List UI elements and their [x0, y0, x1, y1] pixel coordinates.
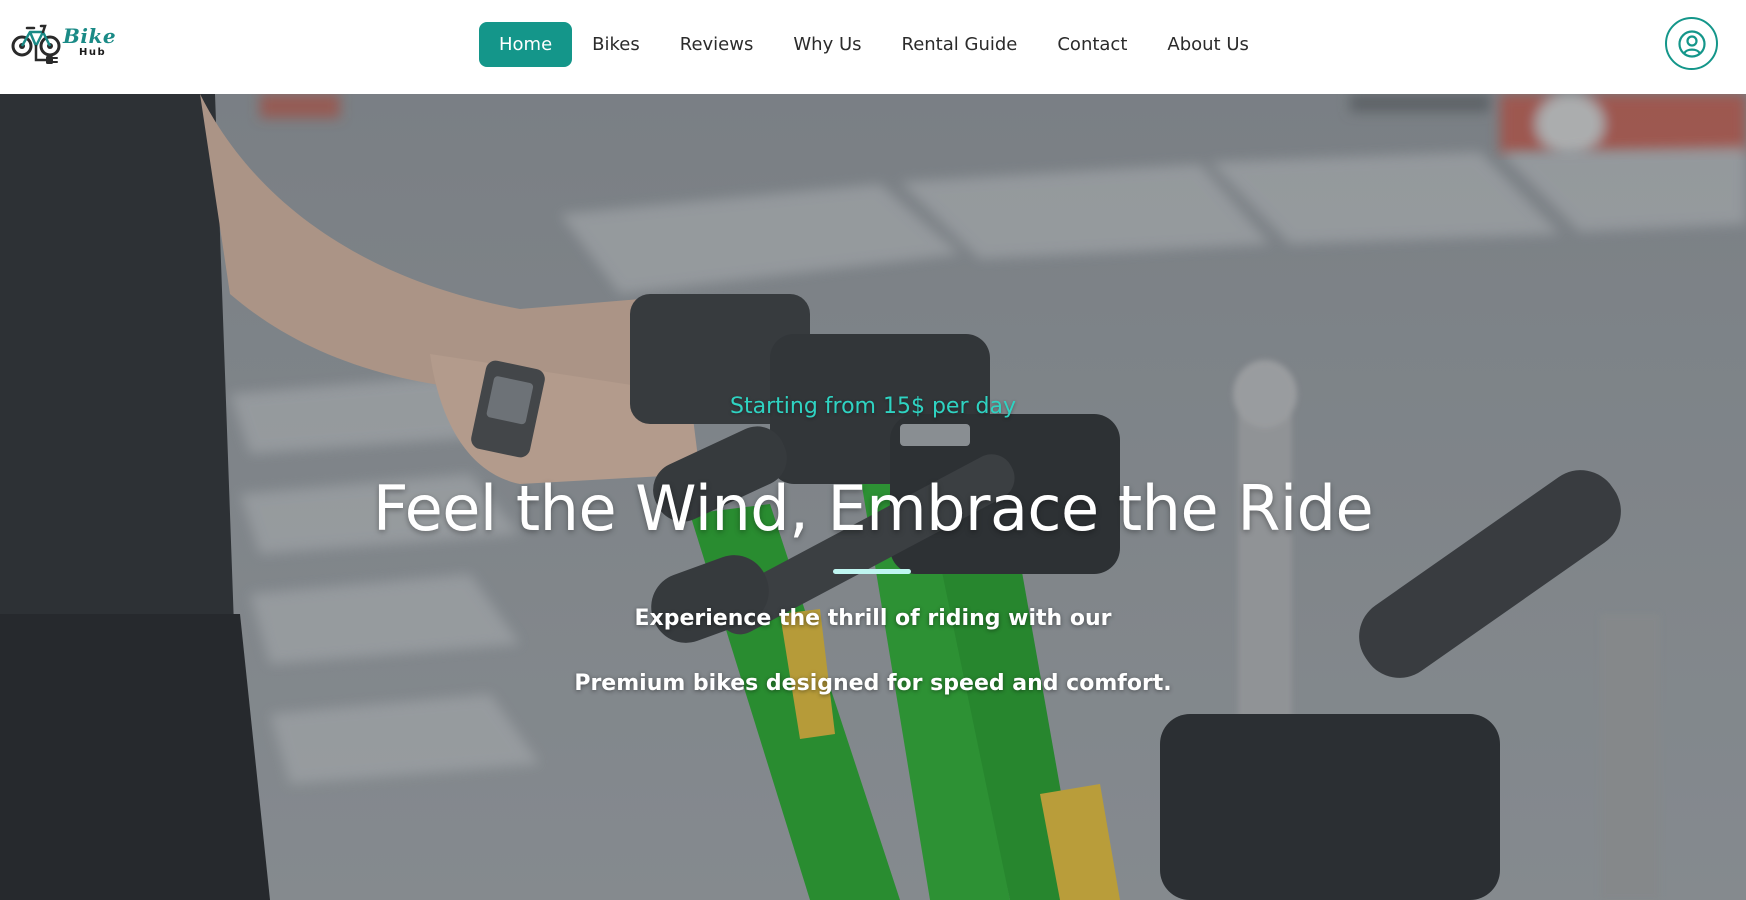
brand-subname: Hub [79, 47, 107, 58]
brand-logo[interactable]: Bike Hub [10, 20, 125, 66]
bike-plug-icon [11, 24, 61, 64]
nav-bikes[interactable]: Bikes [572, 22, 660, 67]
hero-description-line-1: Experience the thrill of riding with our [634, 606, 1112, 631]
hero-description-line-2: Premium bikes designed for speed and com… [574, 671, 1172, 696]
hero-divider [833, 569, 911, 574]
brand-name: Bike [63, 24, 117, 48]
nav-reviews[interactable]: Reviews [660, 22, 774, 67]
main-nav: Home Bikes Reviews Why Us Rental Guide C… [479, 22, 1269, 67]
nav-home[interactable]: Home [479, 22, 573, 67]
site-header: Bike Hub Home Bikes Reviews Why Us Renta… [0, 0, 1746, 94]
hero-content: Starting from 15$ per day Feel the Wind,… [0, 94, 1746, 900]
user-circle-icon [1677, 29, 1706, 58]
user-account-button[interactable] [1665, 17, 1718, 70]
hero-section: Starting from 15$ per day Feel the Wind,… [0, 94, 1746, 900]
nav-rental-guide[interactable]: Rental Guide [882, 22, 1038, 67]
brand-wordmark: Bike Hub [63, 26, 116, 58]
nav-why-us[interactable]: Why Us [773, 22, 881, 67]
hero-headline: Feel the Wind, Embrace the Ride [372, 472, 1374, 545]
nav-about-us[interactable]: About Us [1147, 22, 1269, 67]
nav-contact[interactable]: Contact [1037, 22, 1147, 67]
hero-tagline: Starting from 15$ per day [730, 394, 1016, 419]
